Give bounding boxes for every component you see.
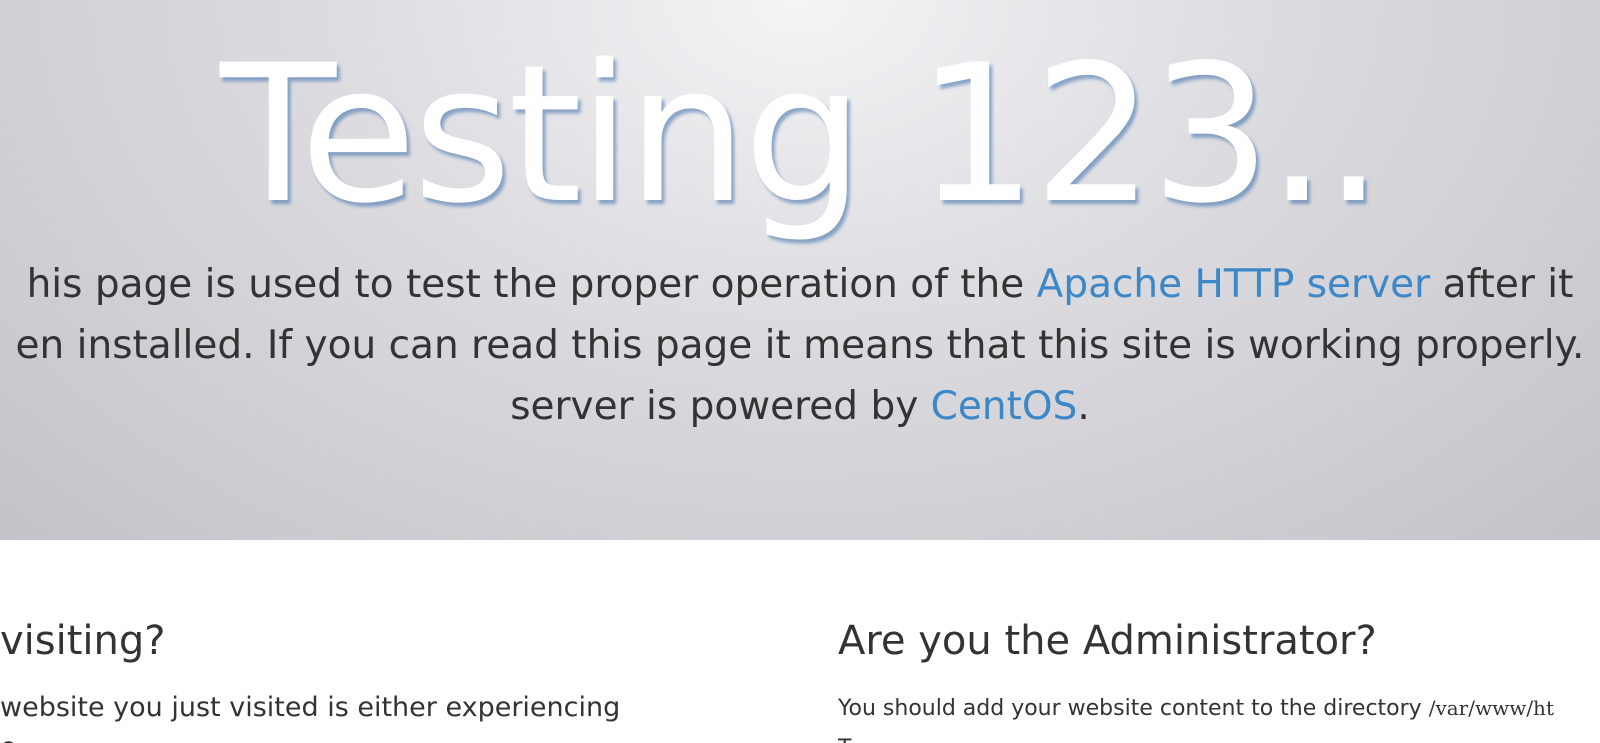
hero-banner: Testing 123.. his page is used to test t… (0, 0, 1600, 540)
apache-http-server-link[interactable]: Apache HTTP server (1037, 262, 1431, 307)
admin-section-body: You should add your website content to t… (838, 688, 1600, 743)
hero-description-line-2: en installed. If you can read this page … (15, 323, 1585, 368)
hero-text-segment: after it (1430, 262, 1574, 307)
page-title: Testing 123.. (220, 24, 1384, 245)
hero-text-segment: his page is used to test the proper oper… (26, 262, 1037, 307)
visitor-heading-text: visiting? (0, 618, 166, 664)
visitor-text-line: website you just visited is either exper… (0, 692, 621, 723)
visitor-text-line: e (0, 728, 780, 743)
visitor-section-heading: visiting? (0, 618, 780, 664)
hero-text-segment: server is powered by (510, 384, 931, 429)
visitor-section-body: website you just visited is either exper… (0, 688, 780, 743)
admin-text-line: You should add your website content to t… (838, 688, 1600, 729)
hero-description-line-3: server is powered by CentOS. (0, 384, 1600, 429)
document-root-path: /var/www/ht (1428, 696, 1554, 720)
hero-description-line-1: his page is used to test the proper oper… (0, 262, 1600, 307)
centos-link[interactable]: CentOS (931, 384, 1078, 429)
hero-text-segment: . (1077, 384, 1090, 429)
admin-text-segment: You should add your website content to t… (838, 696, 1429, 721)
admin-section-heading: Are you the Administrator? (838, 618, 1377, 664)
admin-text-line: T (838, 729, 1600, 743)
